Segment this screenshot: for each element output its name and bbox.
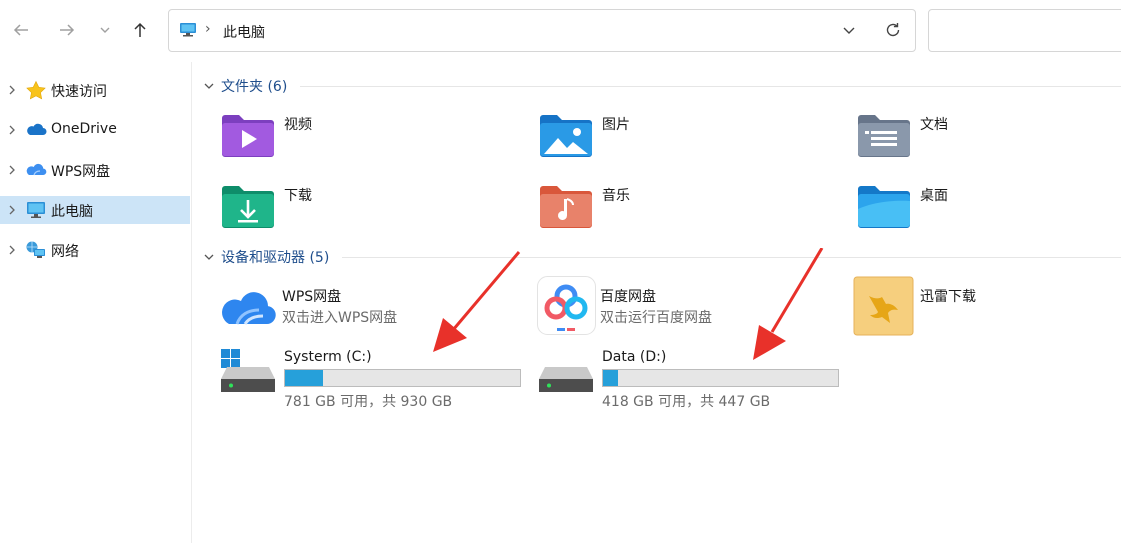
- videos-folder-icon: [222, 115, 274, 157]
- music-folder-icon: [540, 186, 592, 228]
- data-drive-icon: [539, 367, 593, 392]
- desktop-folder-icon: [858, 186, 910, 228]
- sidebar-item-label: 快速访问: [51, 84, 107, 100]
- drive-usage-bar: [284, 369, 521, 387]
- sidebar-item-label: 网络: [51, 244, 79, 260]
- drive-usage-fill: [285, 370, 323, 386]
- sidebar-item-label: WPS网盘: [51, 164, 111, 180]
- chevron-right-icon[interactable]: [6, 242, 18, 258]
- section-divider: [300, 86, 1121, 87]
- address-bar[interactable]: › 此电脑: [168, 9, 916, 52]
- chevron-right-icon[interactable]: [6, 162, 18, 178]
- folder-pictures[interactable]: 图片: [539, 112, 839, 168]
- breadcrumb-this-pc[interactable]: 此电脑: [223, 22, 265, 42]
- device-subtitle: 双击进入WPS网盘: [282, 310, 398, 326]
- wps-cloud-icon: [26, 163, 47, 176]
- device-wps-cloud[interactable]: WPS网盘 双击进入WPS网盘: [219, 286, 519, 334]
- folder-name: 文档: [920, 117, 948, 133]
- drive-usage-fill: [603, 370, 619, 386]
- folder-name: 视频: [284, 117, 312, 133]
- folder-name: 图片: [602, 117, 630, 133]
- arrow-right-icon: [60, 24, 75, 36]
- back-button[interactable]: [9, 18, 33, 42]
- chevron-right-icon[interactable]: [6, 82, 18, 98]
- pictures-folder-icon: [540, 115, 592, 157]
- section-header-devices[interactable]: 设备和驱动器 (5): [203, 247, 329, 267]
- drive-free-space: 781 GB 可用，共 930 GB: [284, 394, 453, 410]
- folder-downloads[interactable]: 下载: [221, 183, 521, 239]
- chevron-down-icon[interactable]: [203, 251, 215, 263]
- refresh-icon[interactable]: [883, 20, 903, 40]
- drive-name: Data (D:): [602, 349, 667, 365]
- wps-cloud-icon: [222, 292, 276, 325]
- device-name: 百度网盘: [600, 289, 656, 305]
- search-input[interactable]: [928, 9, 1121, 52]
- device-name: 迅雷下载: [920, 289, 976, 305]
- up-button[interactable]: [128, 18, 152, 42]
- section-title: 设备和驱动器 (5): [221, 250, 330, 266]
- drive-name: Systerm (C:): [284, 349, 372, 365]
- sidebar-item-this-pc[interactable]: 此电脑: [0, 196, 190, 224]
- section-divider: [342, 257, 1121, 258]
- system-drive-icon: [221, 349, 275, 392]
- chevron-down-icon: [100, 27, 110, 33]
- downloads-folder-icon: [222, 186, 274, 228]
- device-xunlei-download[interactable]: 迅雷下载: [853, 276, 1113, 336]
- section-header-folders[interactable]: 文件夹 (6): [203, 76, 287, 96]
- sidebar-item-wps[interactable]: WPS网盘: [0, 156, 190, 184]
- section-title: 文件夹 (6): [221, 79, 288, 95]
- device-baidu-cloud[interactable]: 百度网盘 双击运行百度网盘: [537, 276, 837, 336]
- sidebar-item-quick-access[interactable]: 快速访问: [0, 76, 190, 104]
- sidebar-item-label: OneDrive: [51, 121, 117, 137]
- arrow-up-icon: [134, 22, 146, 37]
- arrow-left-icon: [13, 24, 28, 36]
- star-icon: [26, 80, 46, 100]
- chevron-right-icon[interactable]: [6, 202, 18, 218]
- drive-usage-bar: [602, 369, 839, 387]
- forward-button[interactable]: [55, 18, 79, 42]
- baidu-netdisk-icon: [537, 276, 596, 335]
- this-pc-icon: [27, 202, 45, 218]
- folder-documents[interactable]: 文档: [857, 112, 1121, 168]
- device-subtitle: 双击运行百度网盘: [600, 310, 712, 326]
- this-pc-icon: [180, 23, 196, 37]
- documents-folder-icon: [858, 115, 910, 157]
- sidebar-item-label: 此电脑: [51, 204, 93, 220]
- recent-locations-button[interactable]: [93, 18, 117, 42]
- xunlei-bird-folder-icon: [853, 276, 914, 336]
- chevron-right-icon[interactable]: [6, 122, 18, 138]
- folder-desktop[interactable]: 桌面: [857, 183, 1121, 239]
- network-icon: [26, 241, 45, 258]
- folder-name: 音乐: [602, 188, 630, 204]
- navigation-pane: 快速访问 OneDrive WPS网盘 此电脑 网络: [0, 62, 192, 543]
- sidebar-item-network[interactable]: 网络: [0, 236, 190, 264]
- toolbar: › 此电脑: [0, 0, 1121, 62]
- drive-d[interactable]: Data (D:) 418 GB 可用，共 447 GB: [539, 349, 839, 411]
- folder-videos[interactable]: 视频: [221, 112, 521, 168]
- device-name: WPS网盘: [282, 289, 342, 305]
- sidebar-item-onedrive[interactable]: OneDrive: [0, 116, 190, 144]
- drive-c[interactable]: Systerm (C:) 781 GB 可用，共 930 GB: [221, 349, 521, 411]
- breadcrumb-separator-icon: ›: [205, 21, 211, 37]
- onedrive-cloud-icon: [27, 123, 47, 135]
- drive-free-space: 418 GB 可用，共 447 GB: [602, 394, 771, 410]
- folder-name: 下载: [284, 188, 312, 204]
- chevron-down-icon[interactable]: [203, 80, 215, 92]
- folder-music[interactable]: 音乐: [539, 183, 839, 239]
- folder-name: 桌面: [920, 188, 948, 204]
- chevron-down-icon[interactable]: [841, 22, 857, 38]
